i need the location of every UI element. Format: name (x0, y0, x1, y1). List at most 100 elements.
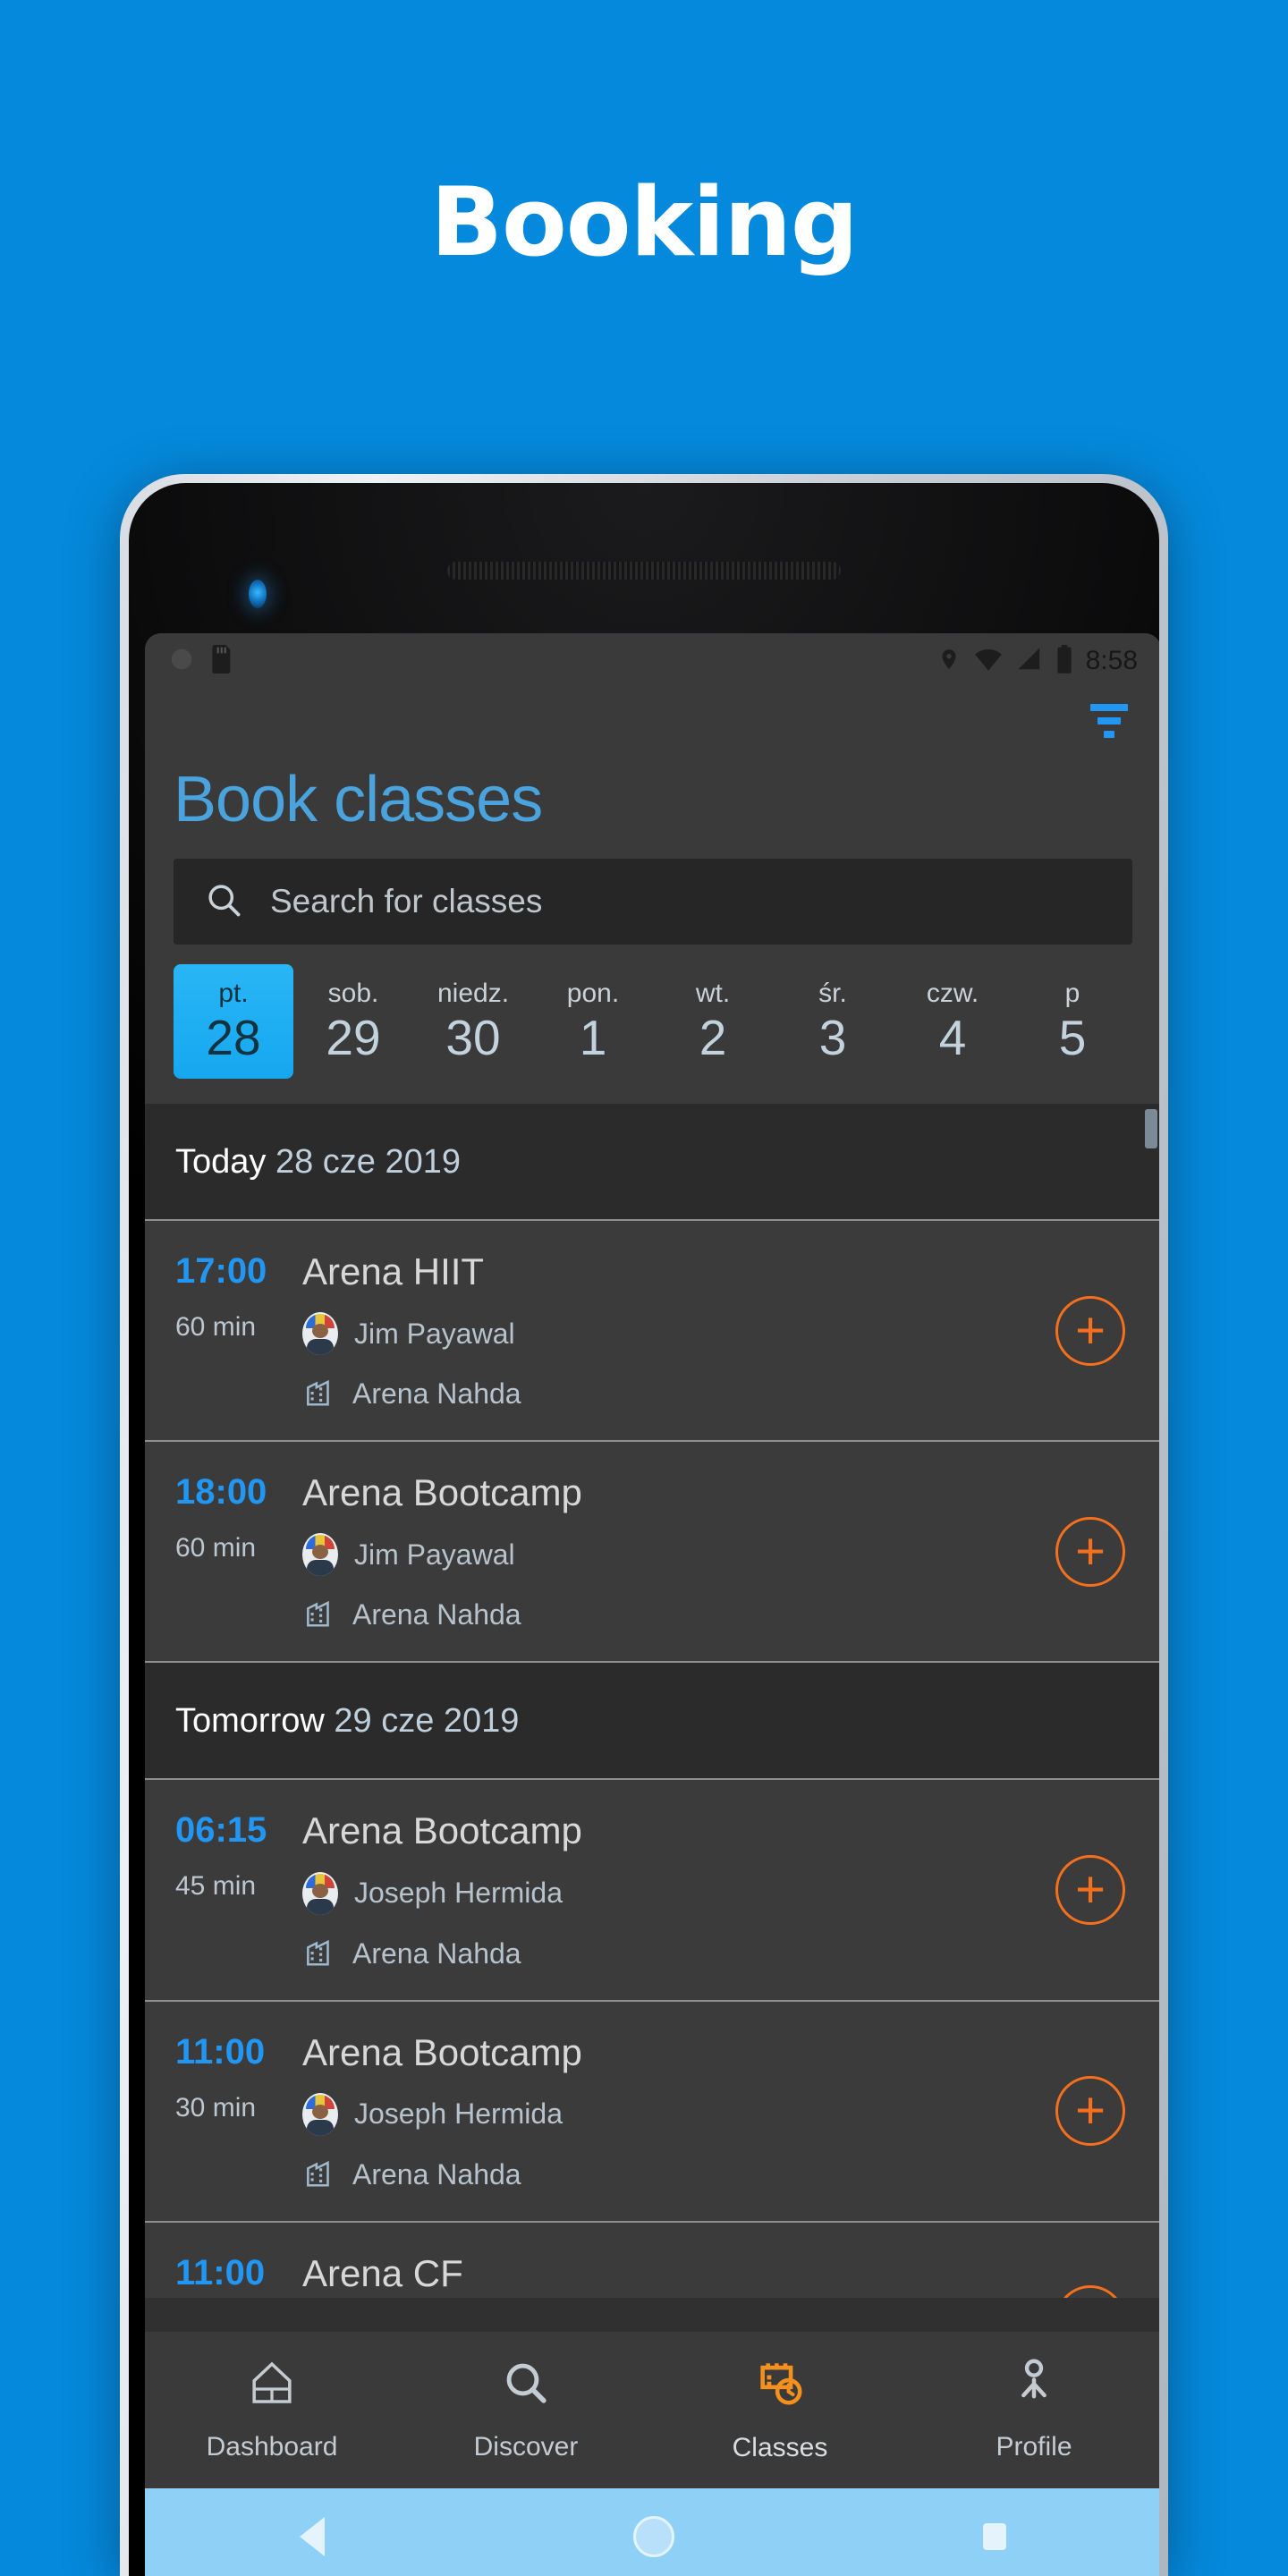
avatar (302, 1312, 338, 1356)
sd-card-icon (211, 644, 233, 678)
add-class-button[interactable]: + (1055, 1516, 1125, 1587)
nav-label: Discover (473, 2432, 579, 2462)
date-cell-day: 1 (579, 1009, 607, 1065)
date-cell-5[interactable]: śr. 3 (773, 964, 893, 1079)
class-name: Arena CF (302, 2251, 463, 2294)
class-name: Arena Bootcamp (302, 2030, 582, 2073)
date-cell-dow: pt. (218, 979, 249, 1008)
avatar (302, 1533, 338, 1577)
building-icon (302, 1935, 336, 1973)
date-cell-6[interactable]: czw. 4 (893, 964, 1013, 1079)
nav-item-discover[interactable]: Discover (399, 2358, 653, 2462)
battery-icon (1055, 644, 1073, 678)
date-cell-day: 4 (938, 1009, 967, 1065)
android-navigation-bar (145, 2488, 1159, 2576)
instructor-name: Jim Payawal (354, 1317, 515, 1350)
list-scrollbar[interactable] (1145, 1109, 1157, 1148)
class-location: Arena Nahda (302, 2156, 1131, 2194)
class-row[interactable]: 11:00 30 min Arena Bootcamp Joseph Hermi… (145, 1999, 1159, 2221)
date-cell-day: 30 (445, 1009, 501, 1065)
class-time-column: 11:00 (175, 2253, 299, 2292)
date-cell-day: 2 (699, 1009, 727, 1065)
class-time-column: 17:00 60 min (175, 1251, 299, 1343)
date-cell-0[interactable]: pt. 28 (174, 964, 293, 1079)
nav-item-profile[interactable]: Profile (907, 2358, 1159, 2462)
app-bar (145, 689, 1159, 758)
location-name: Arena Nahda (352, 1377, 521, 1411)
section-label: Tomorrow (175, 1702, 325, 1741)
nav-item-dashboard[interactable]: Dashboard (145, 2358, 399, 2462)
class-time: 17:00 (175, 1251, 267, 1291)
class-row[interactable]: 11:00 Arena CF + (145, 2220, 1159, 2298)
bottom-navigation: Dashboard Discover Classes Profile (145, 2332, 1159, 2488)
building-icon (302, 2156, 336, 2194)
class-instructor: Jim Payawal (302, 1533, 1131, 1577)
date-cell-dow: czw. (926, 979, 979, 1008)
earpiece-speaker-icon (447, 562, 841, 580)
class-row[interactable]: 06:15 45 min Arena Bootcamp Joseph Hermi… (145, 1778, 1159, 2000)
phone-body: 8:58 Book classes Search for classes pt.… (129, 483, 1159, 2576)
header-zone: Book classes Search for classes (145, 758, 1159, 945)
class-duration: 30 min (175, 2092, 257, 2123)
class-time-column: 18:00 60 min (175, 1472, 299, 1563)
building-icon (302, 1596, 336, 1634)
recents-square-icon[interactable] (983, 2523, 1007, 2550)
section-date: 28 cze 2019 (275, 1143, 462, 1181)
class-info: Arena Bootcamp Joseph Hermida Arena Nahd… (299, 2030, 1131, 2194)
date-strip[interactable]: pt. 28 sob. 29 niedz. 30 pon. 1 wt. 2 śr… (145, 945, 1159, 1104)
filter-icon[interactable] (1084, 696, 1134, 746)
add-class-button[interactable]: + (1055, 1854, 1125, 1925)
class-info: Arena CF (299, 2251, 1131, 2294)
class-name: Arena HIIT (302, 1250, 485, 1292)
add-class-button[interactable]: + (1055, 1295, 1125, 1366)
phone-screen: 8:58 Book classes Search for classes pt.… (145, 633, 1159, 2576)
class-instructor: Joseph Hermida (302, 2092, 1131, 2136)
nav-item-classes[interactable]: Classes (653, 2357, 907, 2463)
date-cell-7[interactable]: p 5 (1013, 964, 1132, 1079)
class-time: 18:00 (175, 1472, 267, 1513)
date-cell-2[interactable]: niedz. 30 (413, 964, 533, 1079)
class-row[interactable]: 17:00 60 min Arena HIIT Jim Payawal Aren… (145, 1219, 1159, 1441)
class-list[interactable]: Today 28 cze 2019 17:00 60 min Arena HII… (145, 1104, 1159, 2298)
class-info: Arena HIIT Jim Payawal Arena Nahda (299, 1250, 1131, 1413)
instructor-name: Joseph Hermida (354, 2097, 563, 2131)
date-cell-3[interactable]: pon. 1 (533, 964, 653, 1079)
class-location: Arena Nahda (302, 1375, 1131, 1413)
nav-label: Classes (732, 2433, 828, 2462)
section-date: 29 cze 2019 (334, 1702, 520, 1741)
section-header-today: Today 28 cze 2019 (145, 1104, 1159, 1219)
date-cell-dow: sob. (327, 979, 379, 1008)
class-name: Arena Bootcamp (302, 1471, 582, 1514)
search-input[interactable]: Search for classes (174, 859, 1132, 945)
back-triangle-icon[interactable] (299, 2517, 325, 2556)
add-class-button[interactable]: + (1055, 2076, 1125, 2147)
class-info: Arena Bootcamp Jim Payawal Arena Nahda (299, 1471, 1131, 1634)
class-location: Arena Nahda (302, 1596, 1131, 1634)
class-row[interactable]: 18:00 60 min Arena Bootcamp Jim Payawal (145, 1440, 1159, 1662)
date-cell-1[interactable]: sob. 29 (293, 964, 413, 1079)
date-cell-dow: wt. (695, 979, 731, 1008)
page-title: Booking (430, 167, 859, 277)
date-cell-day: 29 (326, 1009, 381, 1065)
search-icon (204, 880, 243, 924)
wifi-icon (973, 646, 1004, 677)
phone-device-frame: 8:58 Book classes Search for classes pt.… (120, 474, 1168, 2576)
section-header-tomorrow: Tomorrow 29 cze 2019 (145, 1661, 1159, 1779)
home-circle-icon[interactable] (632, 2516, 674, 2557)
person-icon (1012, 2358, 1056, 2412)
nav-label: Profile (996, 2432, 1072, 2462)
date-cell-4[interactable]: wt. 2 (653, 964, 773, 1079)
location-name: Arena Nahda (352, 1598, 521, 1631)
class-name: Arena Bootcamp (302, 1809, 582, 1852)
circle-indicator-icon (168, 646, 195, 677)
class-duration: 60 min (175, 1312, 257, 1342)
date-cell-dow: p (1064, 979, 1080, 1008)
page-heading: Book classes (174, 764, 543, 835)
nav-label: Dashboard (206, 2432, 338, 2462)
class-time-column: 11:00 30 min (175, 2032, 299, 2123)
class-instructor: Joseph Hermida (302, 1871, 1131, 1915)
class-time-column: 06:15 45 min (175, 1810, 299, 1902)
search-icon (501, 2358, 551, 2412)
status-bar: 8:58 (145, 633, 1159, 689)
avatar (302, 1871, 338, 1915)
